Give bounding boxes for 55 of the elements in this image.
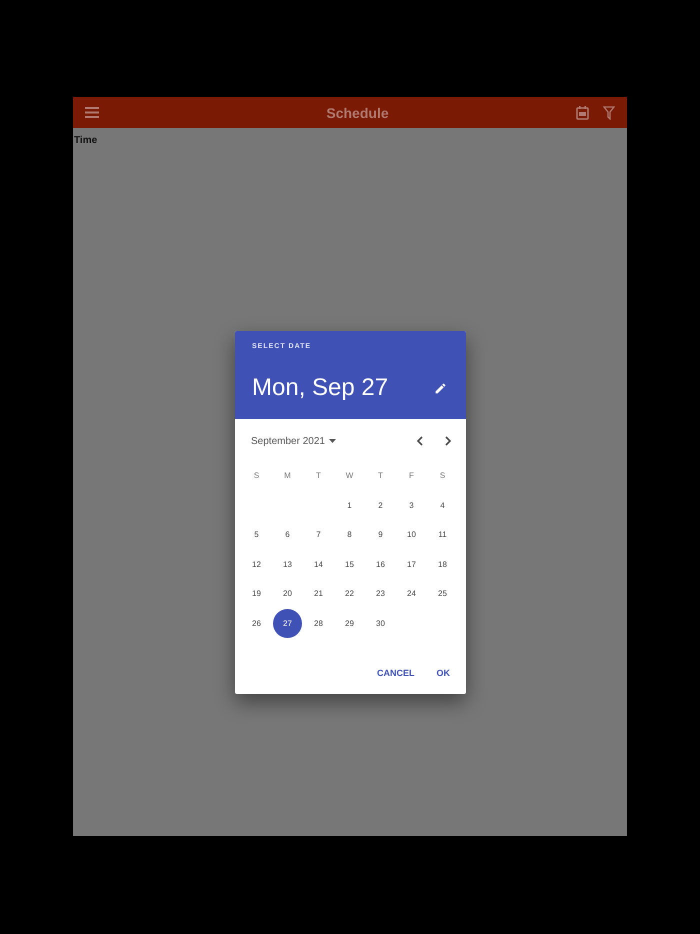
calendar-day[interactable]: 30: [366, 608, 395, 638]
calendar-day[interactable]: 22: [335, 579, 364, 608]
calendar-day[interactable]: 15: [335, 550, 364, 579]
calendar-day[interactable]: 17: [397, 550, 426, 579]
weekday-label: S: [438, 470, 446, 482]
calendar-day[interactable]: 1: [335, 490, 364, 520]
weekday-label: W: [344, 470, 354, 482]
chevron-left-icon: [416, 436, 423, 446]
weekday-label: T: [315, 470, 322, 482]
calendar-day[interactable]: 25: [428, 579, 457, 608]
menu-button[interactable]: [83, 105, 101, 120]
calendar-day[interactable]: 21: [304, 579, 333, 608]
calendar-day[interactable]: 6: [273, 520, 302, 550]
calendar-day[interactable]: 29: [335, 608, 364, 638]
calendar-day[interactable]: 5: [242, 520, 271, 550]
calendar-day[interactable]: 9: [366, 520, 395, 550]
column-header: Time: [73, 134, 98, 148]
cancel-button[interactable]: CANCEL: [369, 662, 422, 684]
app-title: Schedule: [325, 104, 390, 120]
dropdown-icon: [328, 439, 336, 443]
calendar-day[interactable]: 26: [242, 608, 271, 638]
calendar-day[interactable]: 8: [335, 520, 364, 550]
calendar-day[interactable]: 28: [304, 608, 333, 638]
next-month-button[interactable]: [443, 434, 454, 448]
weekday-label: M: [283, 470, 292, 482]
filter-button[interactable]: [601, 104, 617, 122]
selected-date: Mon, Sep 27: [252, 374, 388, 402]
calendar-day[interactable]: 7: [304, 520, 333, 550]
calendar-icon: [576, 106, 589, 120]
previous-month-button[interactable]: [414, 434, 425, 448]
calendar-day[interactable]: 24: [397, 579, 426, 608]
weekday-label: S: [252, 470, 260, 482]
ok-button[interactable]: OK: [428, 662, 458, 684]
weekday-label: T: [377, 470, 384, 482]
calendar-day[interactable]: 12: [242, 550, 271, 579]
calendar-day[interactable]: 16: [366, 550, 395, 579]
calendar-day[interactable]: 2: [366, 490, 395, 520]
filter-icon: [603, 106, 615, 120]
calendar-day[interactable]: 18: [428, 550, 457, 579]
pencil-icon: [434, 382, 447, 394]
menu-icon: [85, 107, 99, 118]
calendar-day[interactable]: 4: [428, 490, 457, 520]
calendar-button[interactable]: [574, 104, 591, 122]
calendar-day[interactable]: 3: [397, 490, 426, 520]
calendar-day[interactable]: 19: [242, 579, 271, 608]
chevron-right-icon: [445, 436, 452, 446]
weekday-label: F: [408, 470, 415, 482]
calendar-day[interactable]: 13: [273, 550, 302, 579]
calendar-day[interactable]: 20: [273, 579, 302, 608]
calendar-day[interactable]: 10: [397, 520, 426, 550]
calendar-day[interactable]: 23: [366, 579, 395, 608]
calendar-day[interactable]: 11: [428, 520, 457, 550]
month-selector[interactable]: September 2021: [251, 436, 414, 446]
calendar-day[interactable]: 27: [273, 608, 302, 638]
calendar-day[interactable]: 14: [304, 550, 333, 579]
